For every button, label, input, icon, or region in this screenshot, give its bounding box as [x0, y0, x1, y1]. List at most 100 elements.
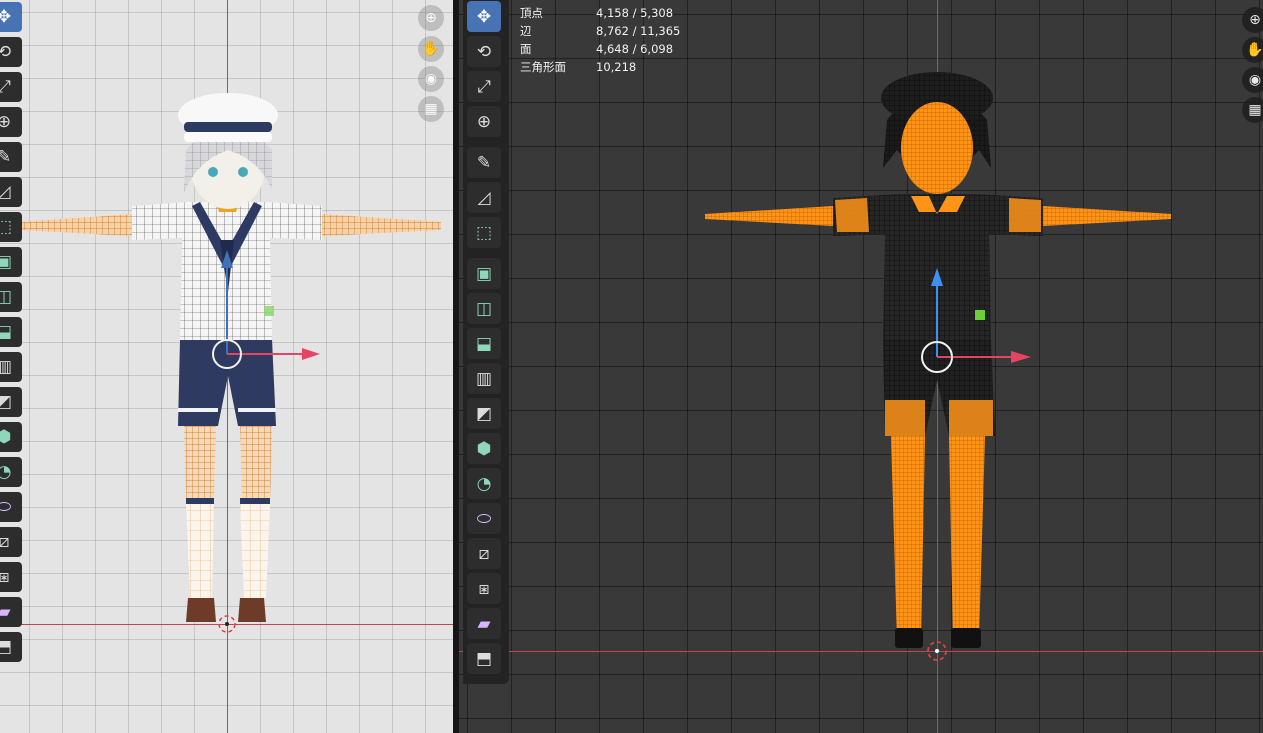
extrude-tool[interactable]: ▣ [467, 258, 501, 289]
move-tool[interactable]: ✥ [467, 1, 501, 32]
stat-value: 4,158 / 5,308 [596, 6, 674, 20]
extrude-icon: ▣ [475, 263, 493, 284]
zoom-button-left[interactable]: ⊕ [418, 5, 444, 31]
rip-region-icon: ⬒ [475, 648, 493, 669]
toolbar-left: ✥ ⟲ ⤢ ⊕ ✎ ◿ ⬚ ▣ ◫ ⬓ ▥ ◩ ⬢ ◔ ⬭ ⧄ ⧆ ▰ ⬒ [0, 2, 22, 667]
stat-faces: 面 4,648 / 6,098 [520, 40, 680, 58]
shear-icon: ▰ [0, 602, 11, 622]
smooth-icon: ⬭ [476, 508, 492, 529]
shear-tool[interactable]: ▰ [467, 608, 501, 639]
transform-tool[interactable]: ⊕ [467, 106, 501, 137]
add-cube-tool-left[interactable]: ⬚ [0, 212, 22, 242]
loop-cut-icon: ▥ [475, 368, 493, 389]
rip-region-tool-left[interactable]: ⬒ [0, 632, 22, 662]
move-icon: ✥ [0, 7, 12, 27]
annotate-icon: ✎ [476, 152, 492, 173]
stat-label: 面 [520, 42, 532, 56]
annotate-tool-left[interactable]: ✎ [0, 142, 22, 172]
transform-icon: ⊕ [0, 112, 12, 132]
bevel-icon: ⬓ [0, 322, 13, 342]
rip-region-tool[interactable]: ⬒ [467, 643, 501, 674]
transform-tool-left[interactable]: ⊕ [0, 107, 22, 137]
viewport-left[interactable]: ✥ ⟲ ⤢ ⊕ ✎ ◿ ⬚ ▣ ◫ ⬓ ▥ ◩ ⬢ ◔ ⬭ ⧄ ⧆ ▰ ⬒ ⊕ … [0, 0, 453, 733]
inset-tool[interactable]: ◫ [467, 293, 501, 324]
add-cube-tool[interactable]: ⬚ [467, 217, 501, 248]
zoom-button-right[interactable]: ⊕ [1242, 7, 1263, 33]
loop-cut-tool-left[interactable]: ▥ [0, 352, 22, 382]
shrink-fatten-icon: ⧆ [478, 578, 490, 599]
right-eye [238, 167, 248, 177]
poly-build-tool-left[interactable]: ⬢ [0, 422, 22, 452]
rotate-icon: ⟲ [476, 41, 492, 62]
rip-region-icon: ⬒ [0, 637, 13, 657]
measure-icon: ◿ [0, 182, 11, 202]
knife-icon: ◩ [0, 392, 13, 412]
x-axis-arrow [1011, 351, 1031, 363]
measure-tool-left[interactable]: ◿ [0, 177, 22, 207]
stat-triangles: 三角形面 10,218 [520, 58, 680, 76]
hand-icon: ✋ [1246, 42, 1263, 58]
scale-tool-left[interactable]: ⤢ [0, 72, 22, 102]
left-shoe [186, 598, 216, 622]
inset-tool-left[interactable]: ◫ [0, 282, 22, 312]
scale-icon: ⤢ [0, 77, 11, 97]
viewport-right[interactable]: ⊕ ✋ ◉ ▦ [459, 0, 1263, 733]
stat-label: 三角形面 [520, 60, 566, 74]
zoom-icon: ⊕ [1249, 12, 1261, 28]
smooth-tool[interactable]: ⬭ [467, 503, 501, 534]
shear-icon: ▰ [477, 613, 491, 634]
grid-icon: ▦ [1248, 102, 1262, 118]
stat-edges: 辺 8,762 / 11,365 [520, 22, 680, 40]
character-model-shaded[interactable] [0, 0, 453, 733]
rotate-tool[interactable]: ⟲ [467, 36, 501, 67]
y-handle [975, 310, 985, 320]
shrink-fatten-icon: ⧆ [0, 567, 10, 587]
bevel-tool[interactable]: ⬓ [467, 328, 501, 359]
camera-button-right[interactable]: ◉ [1242, 67, 1263, 93]
ortho-button-right[interactable]: ▦ [1242, 97, 1263, 123]
right-shoe [238, 598, 266, 622]
shrink-fatten-tool[interactable]: ⧆ [467, 573, 501, 604]
pan-button-left[interactable]: ✋ [418, 36, 444, 62]
x-axis-arrow [302, 348, 320, 360]
knife-tool[interactable]: ◩ [467, 398, 501, 429]
spin-icon: ◔ [0, 462, 12, 482]
spin-tool[interactable]: ◔ [467, 468, 501, 499]
inset-icon: ◫ [0, 287, 13, 307]
smooth-tool-left[interactable]: ⬭ [0, 492, 22, 522]
edge-slide-tool[interactable]: ⧄ [467, 538, 501, 569]
move-tool-left[interactable]: ✥ [0, 2, 22, 32]
edge-slide-icon: ⧄ [0, 532, 10, 552]
loop-cut-icon: ▥ [0, 357, 13, 377]
spin-tool-left[interactable]: ◔ [0, 457, 22, 487]
pan-button-right[interactable]: ✋ [1242, 37, 1263, 63]
edge-slide-tool-left[interactable]: ⧄ [0, 527, 22, 557]
camera-icon: ◉ [424, 71, 438, 87]
edge-slide-icon: ⧄ [478, 543, 490, 564]
stat-label: 頂点 [520, 6, 543, 20]
shrink-fatten-tool-left[interactable]: ⧆ [0, 562, 22, 592]
camera-button-left[interactable]: ◉ [418, 66, 444, 92]
hand-icon: ✋ [422, 41, 440, 57]
shear-tool-left[interactable]: ▰ [0, 597, 22, 627]
loop-cut-tool[interactable]: ▥ [467, 363, 501, 394]
character-model-wireframe[interactable] [459, 0, 1263, 733]
stat-value: 8,762 / 11,365 [596, 24, 681, 38]
knife-tool-left[interactable]: ◩ [0, 387, 22, 417]
smooth-icon: ⬭ [0, 497, 12, 517]
inset-icon: ◫ [475, 298, 493, 319]
measure-tool[interactable]: ◿ [467, 182, 501, 213]
extrude-tool-left[interactable]: ▣ [0, 247, 22, 277]
ortho-button-left[interactable]: ▦ [418, 96, 444, 122]
stat-vertices: 頂点 4,158 / 5,308 [520, 4, 680, 22]
annotate-tool[interactable]: ✎ [467, 147, 501, 178]
rotate-tool-left[interactable]: ⟲ [0, 37, 22, 67]
transform-icon: ⊕ [476, 111, 492, 132]
bevel-tool-left[interactable]: ⬓ [0, 317, 22, 347]
scale-icon: ⤢ [477, 76, 491, 97]
move-icon: ✥ [476, 6, 492, 27]
scale-tool[interactable]: ⤢ [467, 71, 501, 102]
spin-icon: ◔ [476, 473, 492, 494]
add-cube-icon: ⬚ [0, 217, 13, 237]
poly-build-tool[interactable]: ⬢ [467, 433, 501, 464]
